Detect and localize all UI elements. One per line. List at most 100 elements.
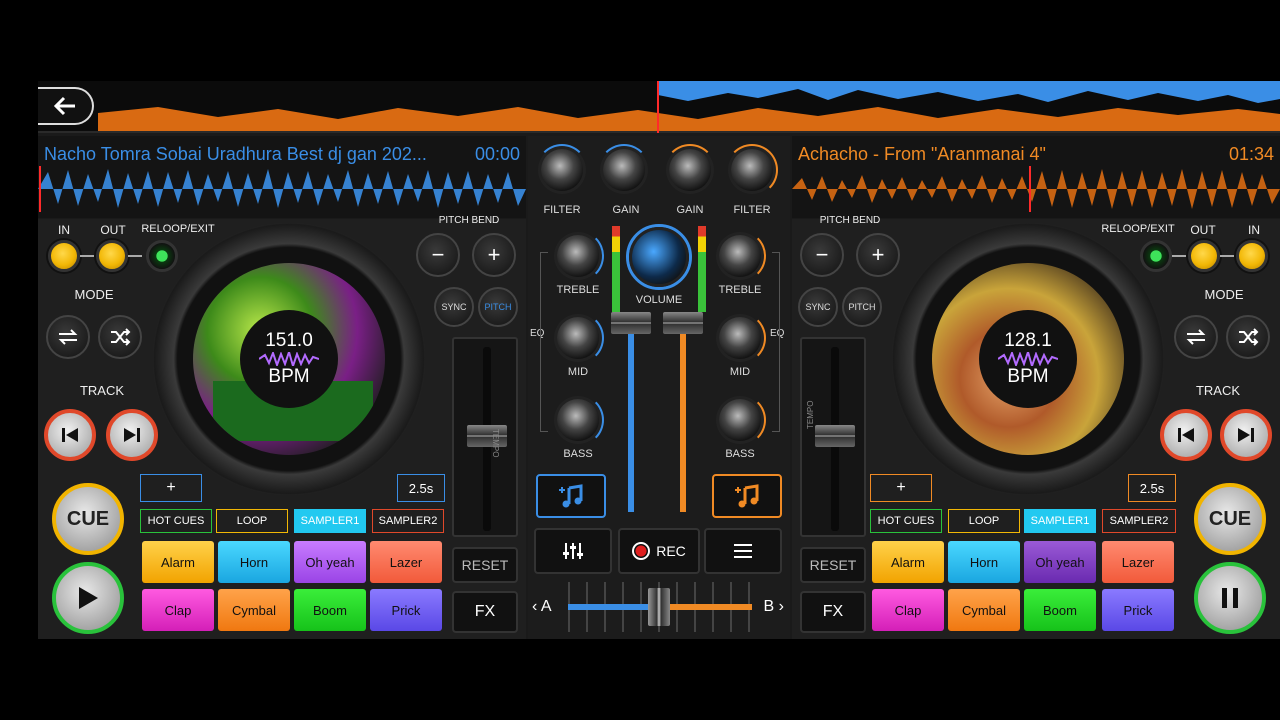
sync-button[interactable]: SYNC — [798, 287, 838, 327]
tab-sampler2[interactable]: SAMPLER2 — [1102, 509, 1176, 533]
volume-knob[interactable] — [626, 224, 692, 290]
music-library-left-button[interactable] — [536, 474, 606, 518]
deck-left-header: Nacho Tomra Sobai Uradhura Best dj gan 2… — [38, 136, 526, 218]
pad-horn[interactable]: Horn — [948, 541, 1020, 583]
mid-left-knob[interactable] — [552, 312, 604, 364]
add-loop-button[interactable]: + — [870, 474, 932, 502]
tab-sampler2[interactable]: SAMPLER2 — [372, 509, 444, 533]
filter-left-label: FILTER — [543, 204, 581, 216]
next-track-button[interactable] — [106, 409, 158, 461]
reset-button[interactable]: RESET — [800, 547, 866, 583]
previous-track-button[interactable] — [44, 409, 96, 461]
channel-fader-left[interactable] — [611, 312, 651, 334]
tab-loop[interactable]: LOOP — [216, 509, 288, 533]
channel-fader-right[interactable] — [663, 312, 703, 334]
menu-button[interactable] — [704, 528, 782, 574]
loop-length-button[interactable]: 2.5s — [1128, 474, 1176, 502]
bass-right-knob[interactable] — [714, 394, 766, 446]
tempo-slider-thumb[interactable] — [467, 425, 507, 447]
mixer-settings-button[interactable] — [534, 528, 612, 574]
reloop-button[interactable] — [1140, 240, 1172, 272]
pad-oh-yeah[interactable]: Oh yeah — [1024, 541, 1096, 583]
gain-right-knob[interactable] — [664, 144, 716, 196]
fx-button[interactable]: FX — [452, 591, 518, 633]
bass-left-knob[interactable] — [552, 394, 604, 446]
loop-out-button[interactable] — [96, 240, 128, 272]
sync-button[interactable]: SYNC — [434, 287, 474, 327]
pad-clap[interactable]: Clap — [142, 589, 214, 631]
crossfader[interactable] — [568, 582, 752, 632]
pitch-bend-plus[interactable]: + — [856, 233, 900, 277]
reloop-button[interactable] — [146, 240, 178, 272]
previous-track-button[interactable] — [1160, 409, 1212, 461]
next-track-button[interactable] — [1220, 409, 1272, 461]
pitch-button[interactable]: PITCH — [842, 287, 882, 327]
tempo-slider-thumb[interactable] — [815, 425, 855, 447]
add-loop-button[interactable]: + — [140, 474, 202, 502]
shuffle-mode-button[interactable] — [1226, 315, 1270, 359]
loop-out-button[interactable] — [1188, 240, 1220, 272]
tab-loop[interactable]: LOOP — [948, 509, 1020, 533]
pad-cymbal[interactable]: Cymbal — [218, 589, 290, 631]
pad-prick[interactable]: Prick — [1102, 589, 1174, 631]
shuffle-mode-button[interactable] — [98, 315, 142, 359]
pad-horn[interactable]: Horn — [218, 541, 290, 583]
repeat-mode-button[interactable] — [1174, 315, 1218, 359]
arrow-left-icon — [53, 96, 75, 116]
tempo-slider[interactable]: TEMPO — [800, 337, 866, 537]
skip-previous-icon — [1178, 428, 1194, 442]
fx-button[interactable]: FX — [800, 591, 866, 633]
play-button[interactable] — [52, 562, 124, 634]
pitch-button[interactable]: PITCH — [478, 287, 518, 327]
deck-right-platter[interactable]: 128.1 BPM — [892, 223, 1164, 495]
eq-bracket-right — [772, 252, 780, 432]
loop-in-button[interactable] — [48, 240, 80, 272]
pad-cymbal[interactable]: Cymbal — [948, 589, 1020, 631]
cue-button[interactable]: CUE — [52, 483, 124, 555]
pad-lazer[interactable]: Lazer — [1102, 541, 1174, 583]
deck-right-waveform[interactable] — [792, 166, 1280, 212]
loop-length-button[interactable]: 2.5s — [397, 474, 445, 502]
pitch-bend-minus[interactable]: − — [800, 233, 844, 277]
tempo-slider[interactable]: TEMPO — [452, 337, 518, 537]
vu-meter-left — [612, 226, 620, 312]
skip-next-icon — [1238, 428, 1254, 442]
back-button[interactable] — [38, 87, 94, 125]
gain-left-knob[interactable] — [598, 144, 650, 196]
filter-right-knob[interactable] — [726, 144, 778, 196]
overview-waveform[interactable] — [38, 81, 1280, 133]
bpm-display: 128.1 BPM — [979, 310, 1077, 408]
loop-connector — [80, 255, 94, 257]
pad-prick[interactable]: Prick — [370, 589, 442, 631]
dj-app: Nacho Tomra Sobai Uradhura Best dj gan 2… — [38, 81, 1280, 639]
pad-boom[interactable]: Boom — [294, 589, 366, 631]
pad-boom[interactable]: Boom — [1024, 589, 1096, 631]
pad-alarm[interactable]: Alarm — [872, 541, 944, 583]
music-library-right-button[interactable] — [712, 474, 782, 518]
pause-button[interactable] — [1194, 562, 1266, 634]
pitch-bend-minus[interactable]: − — [416, 233, 460, 277]
deck-left-waveform[interactable] — [38, 166, 526, 212]
loop-in-button[interactable] — [1236, 240, 1268, 272]
treble-right-knob[interactable] — [714, 230, 766, 282]
pitch-bend-plus[interactable]: + — [472, 233, 516, 277]
treble-left-knob[interactable] — [552, 230, 604, 282]
reset-button[interactable]: RESET — [452, 547, 518, 583]
mixer-panel: FILTER GAIN GAIN FILTER TREBLE VOLUME TR… — [528, 136, 790, 639]
pad-lazer[interactable]: Lazer — [370, 541, 442, 583]
crossfader-thumb[interactable] — [648, 588, 670, 626]
tab-sampler1[interactable]: SAMPLER1 — [294, 509, 366, 533]
record-button[interactable]: REC — [618, 528, 700, 574]
mid-right-knob[interactable] — [714, 312, 766, 364]
tab-hot-cues[interactable]: HOT CUES — [870, 509, 942, 533]
pad-alarm[interactable]: Alarm — [142, 541, 214, 583]
tab-sampler1[interactable]: SAMPLER1 — [1024, 509, 1096, 533]
pad-oh-yeah[interactable]: Oh yeah — [294, 541, 366, 583]
cue-button[interactable]: CUE — [1194, 483, 1266, 555]
pad-clap[interactable]: Clap — [872, 589, 944, 631]
deck-left-platter[interactable]: 151.0 BPM — [153, 223, 425, 495]
tab-hot-cues[interactable]: HOT CUES — [140, 509, 212, 533]
filter-left-knob[interactable] — [536, 144, 588, 196]
repeat-mode-button[interactable] — [46, 315, 90, 359]
knob-icon — [557, 399, 599, 441]
